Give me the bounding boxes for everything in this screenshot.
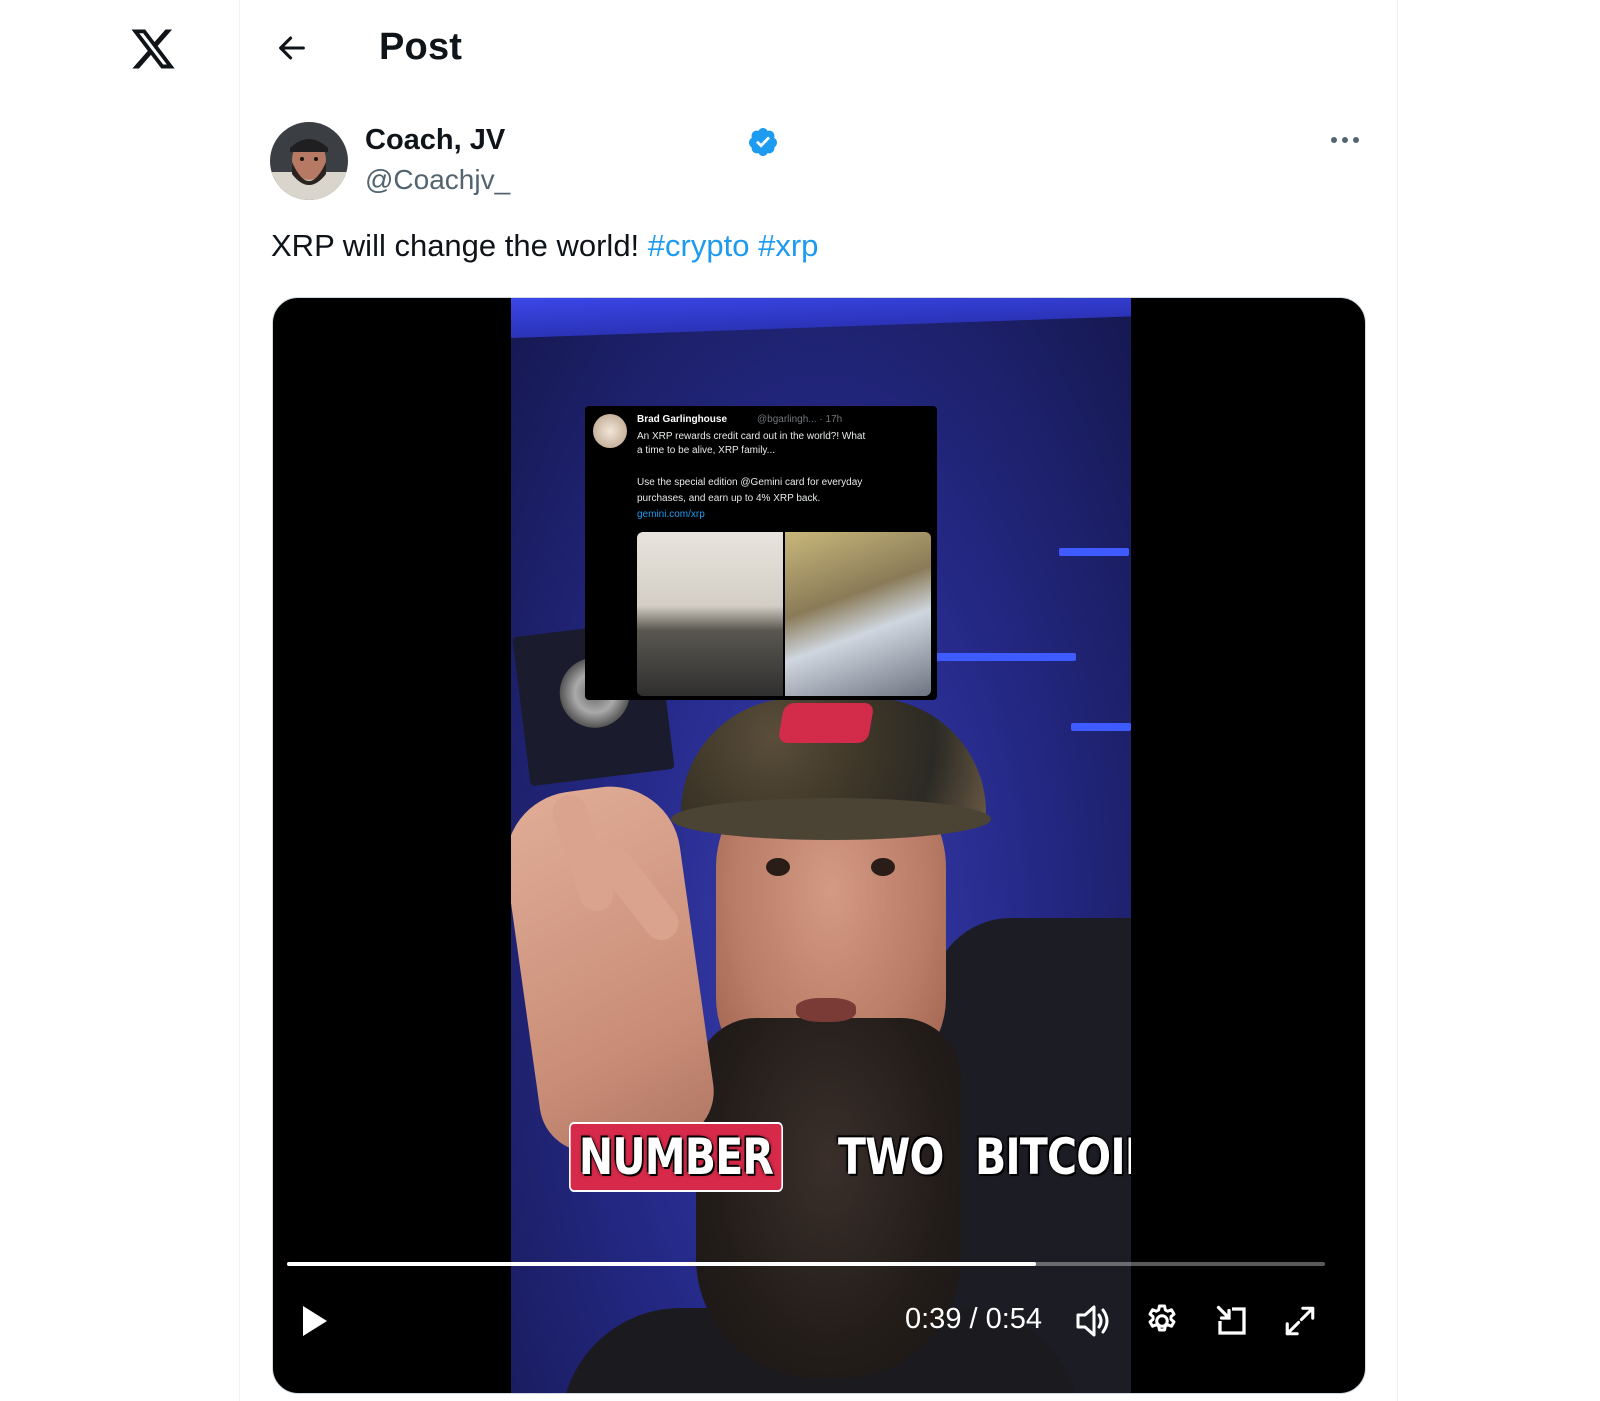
video-person-cap-logo xyxy=(777,703,875,743)
video-frame: Brad Garlinghouse @bgarlingh... · 17h An… xyxy=(511,298,1131,1393)
embedded-tweet-overlay: Brad Garlinghouse @bgarlingh... · 17h An… xyxy=(585,406,937,700)
page-title: Post xyxy=(379,26,463,68)
back-button[interactable] xyxy=(272,28,312,68)
verified-badge-icon xyxy=(748,128,777,156)
video-shelf xyxy=(1059,548,1129,556)
x-logo-icon[interactable] xyxy=(127,25,179,73)
video-person-cap-brim xyxy=(671,798,991,840)
dock-icon xyxy=(1216,1305,1246,1335)
embedded-tweet-meta: @bgarlingh... · 17h xyxy=(757,414,843,425)
post-column: Post Coach, JV @Coachjv_ XRP will change… xyxy=(240,0,1398,1401)
embedded-tweet-line: a time to be alive, XRP family... xyxy=(637,445,776,456)
embedded-tweet-line: Use the special edition @Gemini card for… xyxy=(637,477,863,488)
embedded-tweet-line: purchases, and earn up to 4% XRP back. xyxy=(637,493,821,504)
more-icon xyxy=(1331,137,1337,143)
video-player[interactable]: Brad Garlinghouse @bgarlingh... · 17h An… xyxy=(272,297,1366,1394)
post-text-body: XRP will change the world! xyxy=(271,228,640,263)
embedded-tweet-avatar xyxy=(593,414,627,448)
video-person-mouth xyxy=(796,998,856,1022)
embedded-tweet-image xyxy=(785,532,931,696)
video-person-eye xyxy=(766,858,790,876)
video-shelf xyxy=(1071,723,1131,731)
play-icon xyxy=(303,1306,327,1336)
fullscreen-button[interactable] xyxy=(1279,1300,1321,1342)
video-ceiling-light xyxy=(511,298,1131,338)
dock-button[interactable] xyxy=(1211,1300,1253,1342)
hashtag-link[interactable]: #xrp xyxy=(758,228,818,263)
caption-word: BITCOIN xyxy=(974,1128,1131,1186)
post-header: Post xyxy=(240,0,1398,96)
play-button[interactable] xyxy=(293,1300,335,1342)
embedded-tweet-line: An XRP rewards credit card out in the wo… xyxy=(637,431,866,442)
embedded-tweet-image xyxy=(637,532,783,696)
volume-button[interactable] xyxy=(1073,1300,1115,1342)
video-progress-fill xyxy=(287,1262,1037,1266)
caption-word-highlighted: NUMBER xyxy=(569,1122,783,1192)
caption-word: TWO xyxy=(837,1128,944,1186)
more-options-button[interactable] xyxy=(1322,122,1368,158)
settings-button[interactable] xyxy=(1141,1300,1183,1342)
video-person-eye xyxy=(871,858,895,876)
volume-icon xyxy=(1076,1305,1109,1337)
hashtag-link[interactable]: #crypto xyxy=(648,228,750,263)
avatar[interactable] xyxy=(270,122,348,200)
left-rail xyxy=(0,0,240,1401)
back-arrow-icon xyxy=(279,36,305,60)
embedded-tweet-link: gemini.com/xrp xyxy=(637,509,705,520)
video-caption: NUMBER TWO BITCOIN xyxy=(569,1122,1131,1192)
settings-icon xyxy=(1148,1304,1176,1332)
video-time-display: 0:39 / 0:54 xyxy=(905,1303,1043,1335)
video-person-hand xyxy=(511,777,721,1159)
video-progress-bar[interactable] xyxy=(287,1262,1325,1266)
post-text: XRP will change the world! #crypto #xrp xyxy=(271,228,818,264)
more-icon-dot xyxy=(1353,137,1359,143)
video-shelf xyxy=(936,653,1076,661)
author-avatar-image xyxy=(270,122,348,200)
embedded-tweet-name: Brad Garlinghouse xyxy=(637,414,728,425)
more-icon-dot xyxy=(1342,137,1348,143)
fullscreen-icon xyxy=(1285,1306,1315,1336)
author-handle[interactable]: @Coachjv_ xyxy=(365,164,510,196)
author-name[interactable]: Coach, JV xyxy=(365,124,505,157)
